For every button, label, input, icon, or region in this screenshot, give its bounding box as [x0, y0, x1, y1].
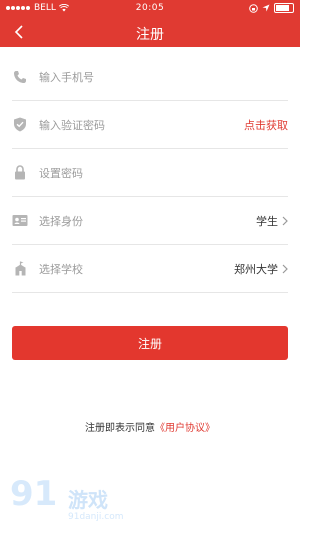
- verification-code-field[interactable]: 输入验证密码 点击获取: [12, 101, 288, 149]
- shield-icon: [12, 117, 28, 133]
- status-bar: BELL 20:05: [0, 0, 300, 18]
- school-selector[interactable]: 选择学校 郑州大学: [12, 245, 288, 293]
- identity-value: 学生: [256, 214, 278, 228]
- status-right: [249, 3, 294, 13]
- lock-icon: [12, 165, 28, 181]
- agreement-prefix: 注册即表示同意: [85, 423, 155, 434]
- location-icon: [262, 4, 270, 12]
- school-building-icon: [12, 261, 28, 277]
- agreement-text: 注册即表示同意《用户协议》: [0, 419, 300, 434]
- chevron-right-icon: [282, 264, 288, 273]
- page-title: 注册: [136, 27, 164, 43]
- id-card-icon: [12, 213, 28, 229]
- top-bar: BELL 20:05 注册: [0, 0, 300, 47]
- phone-icon: [12, 69, 28, 85]
- rotation-lock-icon: [249, 3, 258, 13]
- watermark-number: 91: [10, 474, 58, 514]
- battery-icon: [274, 3, 294, 13]
- chevron-right-icon: [282, 216, 288, 225]
- phone-field[interactable]: 输入手机号: [12, 53, 288, 101]
- get-code-button[interactable]: 点击获取: [244, 117, 288, 133]
- watermark-logo: 91 游戏 91danji.com: [6, 474, 166, 530]
- phone-input[interactable]: 输入手机号: [39, 69, 94, 85]
- register-button[interactable]: 注册: [12, 326, 288, 360]
- school-label: 选择学校: [39, 262, 83, 276]
- register-form: 输入手机号 输入验证密码 点击获取 设置密码 选择身份 学生 选择学校 郑州大学: [0, 53, 300, 293]
- verification-code-input[interactable]: 输入验证密码: [39, 117, 105, 133]
- identity-selector[interactable]: 选择身份 学生: [12, 197, 288, 245]
- user-agreement-link[interactable]: 《用户协议》: [155, 423, 215, 434]
- watermark-domain: 91danji.com: [68, 512, 124, 522]
- school-value-group: 郑州大学: [234, 261, 288, 277]
- school-value: 郑州大学: [234, 262, 278, 276]
- password-input[interactable]: 设置密码: [39, 165, 83, 181]
- identity-value-group: 学生: [256, 213, 288, 229]
- identity-label: 选择身份: [39, 214, 83, 228]
- watermark-brand: 游戏: [68, 488, 108, 512]
- password-field[interactable]: 设置密码: [12, 149, 288, 197]
- nav-bar: 注册: [0, 18, 300, 47]
